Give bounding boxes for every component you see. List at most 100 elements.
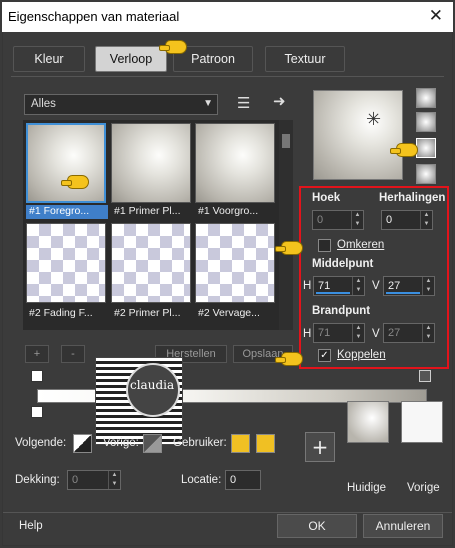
- previous-label: Vorige: [407, 482, 440, 494]
- user-label: Gebruiker:: [173, 437, 227, 449]
- gallery-scrollbar[interactable]: [279, 120, 293, 330]
- focal-h-value: 71: [318, 327, 331, 339]
- mid-h-slider[interactable]: [316, 292, 350, 294]
- dialog-body: Kleur Verloop Patroon Textuur Alles ▼ ☰ …: [3, 32, 452, 545]
- thumb-label: #2 Primer Pl...: [114, 307, 181, 319]
- repeats-label: Herhalingen: [379, 192, 446, 204]
- link-label: Koppelen: [337, 349, 386, 361]
- pointer-hand-icon: [390, 143, 418, 157]
- tab-divider: [11, 76, 444, 77]
- focal-v-value: 27: [388, 327, 401, 339]
- thumb-label: #1 Primer Pl...: [114, 205, 181, 217]
- tab-kleur[interactable]: Kleur: [13, 46, 85, 72]
- repeats-value: 0: [386, 214, 393, 226]
- mid-h-label: H: [303, 280, 312, 292]
- color-stop-start[interactable]: [31, 370, 43, 382]
- prev-label: Vorige:: [103, 437, 139, 449]
- add-swatch-icon[interactable]: +: [305, 432, 335, 462]
- footer-divider: [3, 512, 452, 513]
- angle-value: 0: [317, 214, 324, 226]
- mid-v-slider[interactable]: [386, 292, 420, 294]
- focal-v-field[interactable]: 27 ▲ ▼: [383, 323, 435, 343]
- spin-arrows-icon[interactable]: ▲ ▼: [420, 211, 432, 229]
- thumb-label: #2 Fading F...: [29, 307, 93, 319]
- watermark-text: claudia: [130, 378, 175, 392]
- pointer-hand-icon: [275, 241, 303, 255]
- follow-label: Volgende:: [15, 437, 67, 449]
- repeats-field[interactable]: 0 ▲ ▼: [381, 210, 433, 230]
- spin-arrows-icon[interactable]: ▲ ▼: [351, 211, 363, 229]
- category-value: Alles: [31, 98, 56, 110]
- close-icon[interactable]: ✕: [429, 6, 443, 26]
- title-bar: Eigenschappen van materiaal ✕: [2, 2, 453, 32]
- focal-v-label: V: [372, 328, 380, 340]
- dialog-title: Eigenschappen van materiaal: [8, 9, 180, 24]
- style-radial-icon[interactable]: [416, 164, 436, 184]
- gradient-thumb-1[interactable]: [26, 123, 106, 203]
- opacity-value: 0: [72, 474, 79, 486]
- focal-h-label: H: [303, 328, 312, 340]
- mid-v-label: V: [372, 280, 380, 292]
- current-label: Huidige: [347, 482, 386, 494]
- help-link[interactable]: Help: [19, 520, 43, 532]
- category-select[interactable]: Alles ▼: [24, 94, 218, 115]
- cancel-button[interactable]: Annuleren: [363, 514, 443, 538]
- menu-list-icon[interactable]: ☰: [237, 94, 250, 112]
- pointer-hand-icon: [159, 40, 187, 54]
- previous-preview[interactable]: [401, 401, 443, 443]
- location-label: Locatie:: [181, 474, 222, 486]
- invert-checkbox[interactable]: [318, 239, 331, 252]
- watermark-logo: claudia: [95, 357, 183, 445]
- mid-v-value: 27: [388, 280, 401, 292]
- style-linear-icon[interactable]: [416, 88, 436, 108]
- gradient-preview[interactable]: ✳: [313, 90, 403, 180]
- pointer-hand-icon: [275, 352, 303, 366]
- opacity-stop-start[interactable]: [31, 406, 43, 418]
- follow-swatch[interactable]: [73, 434, 92, 453]
- color-stop-end[interactable]: [419, 370, 431, 382]
- focal-h-field[interactable]: 71 ▲ ▼: [313, 323, 365, 343]
- gradient-thumb-6[interactable]: [195, 223, 275, 303]
- ok-button[interactable]: OK: [277, 514, 357, 538]
- style-sunburst-icon[interactable]: [416, 138, 436, 158]
- arrow-right-icon[interactable]: ➜: [273, 92, 286, 110]
- spin-arrows-icon[interactable]: ▲ ▼: [352, 324, 364, 342]
- tab-verloop[interactable]: Verloop: [95, 46, 167, 72]
- pointer-hand-icon: [61, 175, 89, 189]
- mid-h-field[interactable]: 71 ▲ ▼: [313, 276, 365, 296]
- spin-arrows-icon[interactable]: ▲ ▼: [422, 324, 434, 342]
- gradient-thumb-4[interactable]: [26, 223, 106, 303]
- spin-arrows-icon[interactable]: ▲ ▼: [422, 277, 434, 295]
- gradient-thumb-3[interactable]: [195, 123, 275, 203]
- current-preview: [347, 401, 389, 443]
- spin-arrows-icon[interactable]: ▲ ▼: [108, 471, 120, 489]
- gradient-thumb-5[interactable]: [111, 223, 191, 303]
- gradient-gallery: #1 Foregro... #1 Primer Pl... #1 Voorgro…: [23, 120, 293, 330]
- opacity-field[interactable]: 0 ▲ ▼: [67, 470, 121, 490]
- angle-field[interactable]: 0 ▲ ▼: [312, 210, 364, 230]
- location-value: 0: [230, 474, 237, 486]
- midpoint-label: Middelpunt: [312, 258, 374, 270]
- user-swatch-1[interactable]: [231, 434, 250, 453]
- thumb-label: #1 Foregro...: [26, 205, 108, 219]
- thumb-label: #2 Vervage...: [198, 307, 260, 319]
- angle-label: Hoek: [312, 192, 341, 204]
- add-button[interactable]: +: [25, 345, 49, 363]
- remove-button[interactable]: -: [61, 345, 85, 363]
- spin-arrows-icon[interactable]: ▲ ▼: [352, 277, 364, 295]
- thumb-label: #1 Voorgro...: [198, 205, 259, 217]
- opacity-label: Dekking:: [15, 474, 60, 486]
- gradient-thumb-2[interactable]: [111, 123, 191, 203]
- prev-swatch[interactable]: [143, 434, 162, 453]
- invert-label: Omkeren: [337, 239, 385, 251]
- chevron-down-icon: ▼: [203, 98, 213, 109]
- mid-h-value: 71: [318, 280, 331, 292]
- location-field[interactable]: 0: [225, 470, 261, 490]
- link-checkbox[interactable]: ✓: [318, 349, 331, 362]
- scroll-thumb[interactable]: [282, 134, 290, 148]
- center-point-icon[interactable]: ✳: [366, 109, 381, 130]
- mid-v-field[interactable]: 27 ▲ ▼: [383, 276, 435, 296]
- user-swatch-2[interactable]: [256, 434, 275, 453]
- style-rectangular-icon[interactable]: [416, 112, 436, 132]
- tab-textuur[interactable]: Textuur: [265, 46, 345, 72]
